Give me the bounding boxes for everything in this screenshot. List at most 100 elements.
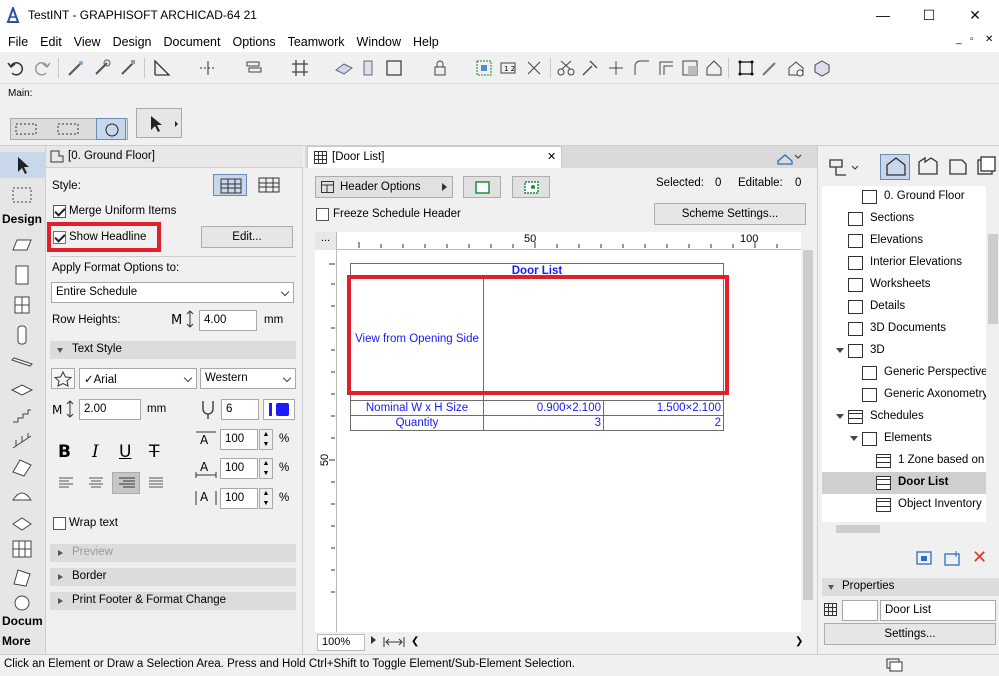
layer-icon[interactable]: [244, 58, 264, 78]
offset-icon[interactable]: [656, 58, 676, 78]
script-dropdown[interactable]: Western: [200, 368, 296, 389]
text-style-section[interactable]: Text Style: [50, 341, 296, 359]
resize-icon[interactable]: [680, 58, 700, 78]
fillet-icon[interactable]: [632, 58, 652, 78]
undo-icon[interactable]: [6, 58, 26, 78]
scale-input-3[interactable]: 100: [220, 488, 258, 509]
expand-arrow-icon[interactable]: [850, 436, 858, 441]
split-icon[interactable]: [556, 58, 576, 78]
cell-qty-1[interactable]: 3: [483, 415, 604, 431]
new-view-icon[interactable]: [914, 548, 936, 568]
row-label-size[interactable]: Nominal W x H Size: [350, 400, 484, 416]
view-map-icon[interactable]: [914, 154, 942, 180]
navigator-vertical-scrollbar[interactable]: [986, 186, 999, 524]
slab-icon[interactable]: [334, 58, 354, 78]
slab-tool-icon[interactable]: [10, 378, 34, 400]
merge-uniform-checkbox[interactable]: [53, 205, 66, 218]
menu-help[interactable]: Help: [407, 32, 445, 49]
align-right-icon[interactable]: [112, 472, 140, 494]
scale-stepper-1[interactable]: ▲ ▼: [259, 429, 273, 450]
italic-button[interactable]: I: [92, 442, 99, 462]
nav-item[interactable]: Elevations: [822, 230, 986, 252]
nav-item[interactable]: Schedules: [822, 406, 986, 428]
expand-arrow-icon[interactable]: [836, 414, 844, 419]
pen-number-input[interactable]: 6: [221, 399, 259, 420]
beam-tool-icon[interactable]: [10, 352, 34, 374]
nav-item[interactable]: Elements: [822, 428, 986, 450]
preview-section[interactable]: Preview: [50, 544, 296, 562]
roof-icon[interactable]: [704, 58, 724, 78]
apply-format-dropdown[interactable]: Entire Schedule: [51, 282, 294, 303]
wall-icon[interactable]: [358, 58, 378, 78]
properties-id-field[interactable]: [842, 600, 878, 621]
menu-options[interactable]: Options: [226, 32, 281, 49]
nav-item[interactable]: Worksheets: [822, 274, 986, 296]
intersect-icon[interactable]: [606, 58, 626, 78]
minimize-button[interactable]: —: [860, 0, 906, 30]
menu-window[interactable]: Window: [351, 32, 407, 49]
marquee-single-icon[interactable]: [14, 121, 46, 137]
fit-width-icon[interactable]: [383, 634, 405, 650]
column-tool-icon[interactable]: [10, 324, 34, 346]
wall-tool-icon[interactable]: [10, 234, 34, 256]
maximize-button[interactable]: ☐: [906, 0, 952, 30]
delete-view-icon[interactable]: ✕: [972, 548, 992, 568]
roof-tool-icon[interactable]: [10, 456, 34, 478]
nav-item[interactable]: 3D Documents: [822, 318, 986, 340]
stair-tool-icon[interactable]: [10, 404, 34, 426]
border-section[interactable]: Border: [50, 568, 296, 586]
menu-design[interactable]: Design: [107, 32, 158, 49]
nav-item[interactable]: 3D: [822, 340, 986, 362]
group-icon[interactable]: [474, 58, 494, 78]
style-grid-headline-button[interactable]: [213, 174, 247, 196]
marquee-multi-icon[interactable]: [56, 121, 88, 137]
document-tab[interactable]: Docum: [2, 614, 43, 628]
guide-line-icon[interactable]: [198, 58, 218, 78]
scale-stepper-3[interactable]: ▲ ▼: [259, 488, 273, 509]
shell-tool-icon[interactable]: [10, 484, 34, 506]
explode-icon[interactable]: [524, 58, 544, 78]
layout-book-icon[interactable]: [944, 154, 972, 180]
nav-item[interactable]: 1 Zone based on: [822, 450, 986, 472]
menu-view[interactable]: View: [68, 32, 107, 49]
new-folder-icon[interactable]: [942, 548, 964, 568]
morph-tool-icon[interactable]: [10, 566, 34, 588]
underline-button[interactable]: U: [119, 442, 131, 462]
row-height-input[interactable]: 4.00: [199, 310, 257, 331]
nav-item[interactable]: Door List: [822, 472, 986, 494]
menu-file[interactable]: File: [2, 32, 34, 49]
canvas-vertical-scrollbar[interactable]: [801, 232, 815, 632]
schedule-canvas[interactable]: Door List View from Opening Side Nominal…: [337, 250, 801, 632]
adjust-icon[interactable]: [580, 58, 600, 78]
project-map-icon[interactable]: [880, 154, 910, 180]
menu-teamwork[interactable]: Teamwork: [282, 32, 351, 49]
freeze-header-checkbox[interactable]: [316, 208, 329, 221]
render-icon[interactable]: [786, 58, 806, 78]
curtain-wall-tool-icon[interactable]: [10, 538, 34, 560]
align-center-icon[interactable]: [88, 476, 104, 490]
mdi-restore-icon[interactable]: ▫: [970, 34, 974, 45]
nav-item[interactable]: 0. Ground Floor: [822, 186, 986, 208]
style-grid-button[interactable]: [252, 174, 286, 196]
align-left-icon[interactable]: [58, 476, 74, 490]
scroll-left-icon[interactable]: ❮: [411, 636, 419, 647]
frame-icon[interactable]: [384, 58, 404, 78]
nav-item[interactable]: Generic Axonometry: [822, 384, 986, 406]
cell-size-2[interactable]: 1.500×2.100: [603, 400, 724, 416]
wrap-text-checkbox[interactable]: [53, 517, 66, 530]
layout-toggle-icon[interactable]: [885, 657, 903, 673]
model-view-icon[interactable]: [736, 58, 756, 78]
justify-icon[interactable]: [148, 476, 164, 490]
lock-icon[interactable]: [430, 58, 450, 78]
mdi-minimize-icon[interactable]: _: [956, 34, 962, 45]
arrange-icon[interactable]: 1 2: [498, 58, 518, 78]
settings-button[interactable]: Settings...: [824, 623, 996, 645]
bold-button[interactable]: B: [58, 442, 71, 462]
pick-up-icon[interactable]: [92, 58, 112, 78]
arrow-tool-icon[interactable]: [136, 108, 182, 138]
window-tool-icon[interactable]: [10, 294, 34, 316]
redo-icon[interactable]: [32, 58, 52, 78]
zoom-arrow-icon[interactable]: [371, 636, 376, 644]
grid-snap-icon[interactable]: [290, 58, 310, 78]
scheme-settings-button[interactable]: Scheme Settings...: [654, 203, 806, 225]
